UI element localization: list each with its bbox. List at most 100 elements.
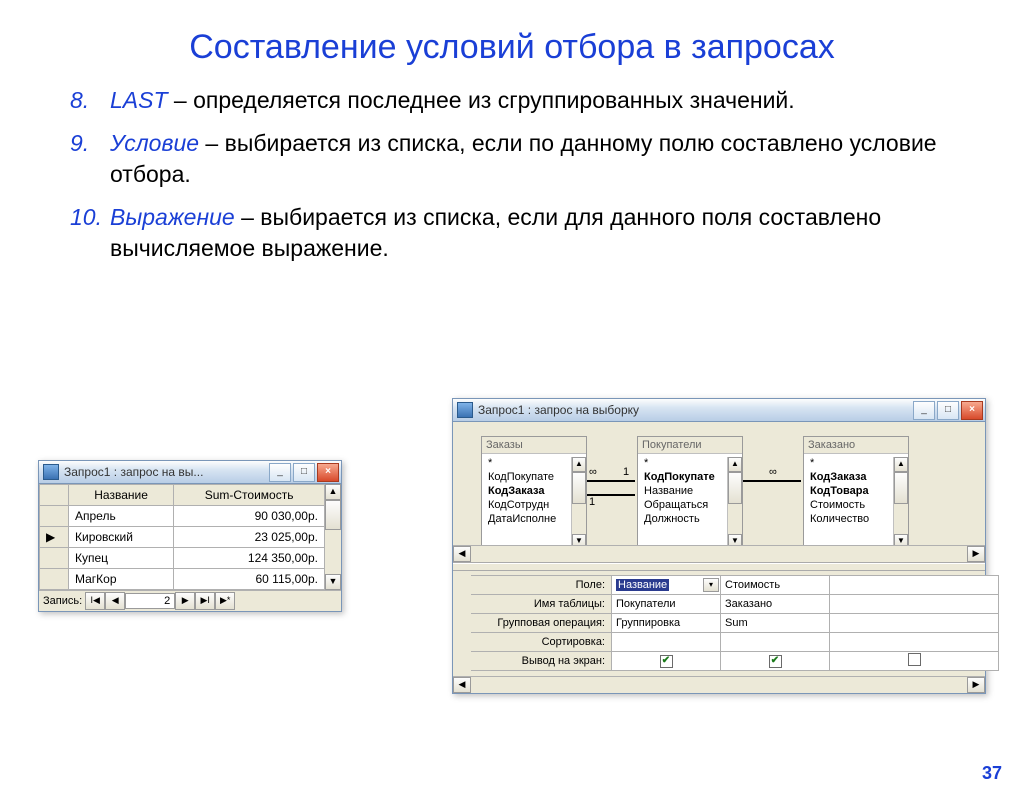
minimize-button[interactable]: _ <box>269 463 291 482</box>
scroll-up-icon[interactable]: ▲ <box>728 457 742 472</box>
maximize-button[interactable]: □ <box>293 463 315 482</box>
bullet-item: 10. Выражение – выбирается из списка, ес… <box>70 202 964 264</box>
row-selector[interactable] <box>40 548 69 569</box>
record-label: Запись: <box>43 595 82 607</box>
checkbox-checked-icon[interactable]: ✔ <box>769 655 782 668</box>
qbe-field-cell[interactable]: Стоимость <box>721 576 830 595</box>
qbe-label-table: Имя таблицы: <box>471 595 612 614</box>
scroll-right-icon[interactable]: ▶ <box>967 677 985 693</box>
qbe-group-cell[interactable]: Группировка <box>612 614 721 633</box>
splitter[interactable] <box>453 563 985 571</box>
window-title: Запрос1 : запрос на вы... <box>64 465 269 479</box>
datasheet-table[interactable]: Название Sum-Стоимость Апрель 90 030,00р… <box>39 484 325 590</box>
relationship-cardinality-icon: ∞ <box>769 466 777 478</box>
window-icon <box>43 464 59 480</box>
maximize-button[interactable]: □ <box>937 401 959 420</box>
scroll-left-icon[interactable]: ◀ <box>453 677 471 693</box>
scroll-thumb[interactable] <box>894 472 908 504</box>
qbe-sort-cell[interactable] <box>721 633 830 652</box>
vertical-scrollbar[interactable]: ▲ ▼ <box>324 484 341 590</box>
slide-title: Составление условий отбора в запросах <box>0 28 1024 67</box>
qbe-empty-cell[interactable] <box>830 633 999 652</box>
qbe-label-show: Вывод на экран: <box>471 652 612 671</box>
bullet-term: LAST <box>110 87 168 113</box>
row-selector[interactable] <box>40 569 69 590</box>
qbe-label-sort: Сортировка: <box>471 633 612 652</box>
relationship-line[interactable] <box>585 480 635 482</box>
nav-first-button[interactable]: I◀ <box>85 592 105 610</box>
titlebar[interactable]: Запрос1 : запрос на выборку _ □ × <box>453 399 985 422</box>
record-navigator: Запись: I◀ ◀ 2 ▶ ▶I ▶* <box>39 590 341 611</box>
bullet-number: 8. <box>70 85 110 116</box>
relationship-line[interactable] <box>741 480 801 482</box>
window-title: Запрос1 : запрос на выборку <box>478 403 913 417</box>
qbe-empty-cell[interactable] <box>830 576 999 595</box>
relationship-cardinality-icon: ∞ <box>589 466 597 478</box>
qbe-sort-cell[interactable] <box>612 633 721 652</box>
relationship-pane[interactable]: ∞ 1 1 ∞ Заказы * КодПокупате КодЗаказа К… <box>453 422 985 563</box>
close-button[interactable]: × <box>961 401 983 420</box>
table-row[interactable]: Купец 124 350,00р. <box>40 548 325 569</box>
table-row[interactable]: ▶ Кировский 23 025,00р. <box>40 527 325 548</box>
relationship-cardinality-icon: 1 <box>589 496 595 508</box>
minimize-button[interactable]: _ <box>913 401 935 420</box>
query-design-window: Запрос1 : запрос на выборку _ □ × ∞ 1 1 … <box>452 398 986 694</box>
nav-prev-button[interactable]: ◀ <box>105 592 125 610</box>
horizontal-scrollbar[interactable]: ◀ ▶ <box>453 676 985 693</box>
scroll-down-icon[interactable]: ▼ <box>325 574 341 590</box>
scroll-right-icon[interactable]: ▶ <box>967 546 985 562</box>
scroll-up-icon[interactable]: ▲ <box>325 484 341 500</box>
scroll-left-icon[interactable]: ◀ <box>453 546 471 562</box>
scroll-up-icon[interactable]: ▲ <box>894 457 908 472</box>
qbe-empty-cell[interactable] <box>830 595 999 614</box>
qbe-show-cell[interactable]: ✔ <box>721 652 830 671</box>
table-row[interactable]: МагКор 60 115,00р. <box>40 569 325 590</box>
nav-new-button[interactable]: ▶* <box>215 592 235 610</box>
relationship-cardinality-icon: 1 <box>623 466 629 478</box>
scroll-thumb[interactable] <box>728 472 742 504</box>
bullet-body: Условие – выбирается из списка, если по … <box>110 128 964 190</box>
table-box-title: Покупатели <box>638 437 742 454</box>
nav-last-button[interactable]: ▶I <box>195 592 215 610</box>
checkbox-icon[interactable] <box>908 653 921 666</box>
qbe-show-cell[interactable] <box>830 652 999 671</box>
qbe-grid[interactable]: Поле: Название▾ Стоимость Имя таблицы: П… <box>453 571 985 693</box>
titlebar[interactable]: Запрос1 : запрос на вы... _ □ × <box>39 461 341 484</box>
nav-position-input[interactable]: 2 <box>125 593 175 609</box>
qbe-empty-cell[interactable] <box>830 614 999 633</box>
list-scrollbar[interactable]: ▲ ▼ <box>727 457 742 549</box>
list-scrollbar[interactable]: ▲ ▼ <box>893 457 908 549</box>
table-box-orders[interactable]: Заказы * КодПокупате КодЗаказа КодСотруд… <box>481 436 587 550</box>
table-box-title: Заказано <box>804 437 908 454</box>
dropdown-icon[interactable]: ▾ <box>703 578 719 592</box>
checkbox-checked-icon[interactable]: ✔ <box>660 655 673 668</box>
qbe-table-cell[interactable]: Покупатели <box>612 595 721 614</box>
horizontal-scrollbar[interactable]: ◀ ▶ <box>453 545 985 562</box>
bullet-term: Выражение <box>110 204 235 230</box>
qbe-label-group: Групповая операция: <box>471 614 612 633</box>
table-box-customers[interactable]: Покупатели * КодПокупате Название Обраща… <box>637 436 743 550</box>
table-box-title: Заказы <box>482 437 586 454</box>
datasheet-window: Запрос1 : запрос на вы... _ □ × Название… <box>38 460 342 612</box>
close-button[interactable]: × <box>317 463 339 482</box>
row-selector-current[interactable]: ▶ <box>40 527 69 548</box>
column-header-sum[interactable]: Sum-Стоимость <box>174 485 325 506</box>
nav-next-button[interactable]: ▶ <box>175 592 195 610</box>
window-icon <box>457 402 473 418</box>
bullet-number: 9. <box>70 128 110 190</box>
row-selector[interactable] <box>40 506 69 527</box>
scroll-up-icon[interactable]: ▲ <box>572 457 586 472</box>
scroll-thumb[interactable] <box>572 472 586 504</box>
scroll-thumb[interactable] <box>325 500 341 530</box>
table-box-ordered[interactable]: Заказано * КодЗаказа КодТовара Стоимость… <box>803 436 909 550</box>
qbe-field-cell[interactable]: Название▾ <box>612 576 721 595</box>
qbe-group-cell[interactable]: Sum <box>721 614 830 633</box>
qbe-table-cell[interactable]: Заказано <box>721 595 830 614</box>
list-scrollbar[interactable]: ▲ ▼ <box>571 457 586 549</box>
bullet-term: Условие <box>110 130 199 156</box>
qbe-show-cell[interactable]: ✔ <box>612 652 721 671</box>
column-header-name[interactable]: Название <box>69 485 174 506</box>
table-row[interactable]: Апрель 90 030,00р. <box>40 506 325 527</box>
bullet-item: 8. LAST – определяется последнее из сгру… <box>70 85 964 116</box>
select-all-corner[interactable] <box>40 485 69 506</box>
